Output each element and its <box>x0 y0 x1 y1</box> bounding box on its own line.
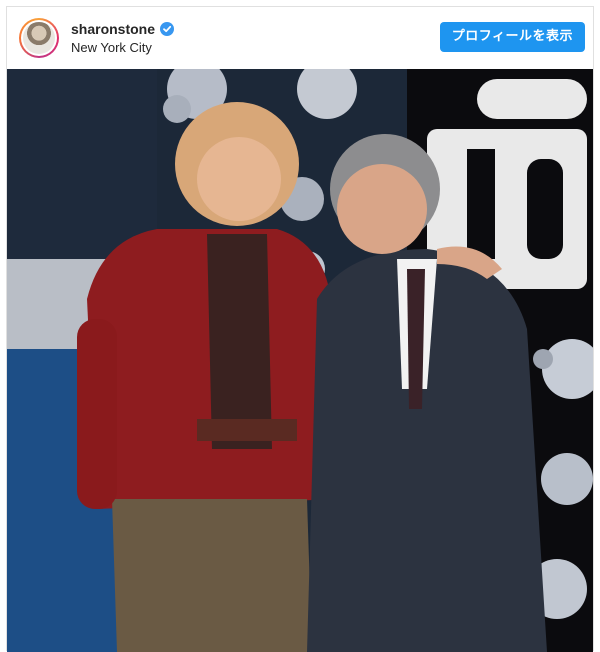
instagram-embed: sharonstone New York City プロフィールを表示 <box>6 6 594 652</box>
verified-badge-icon <box>160 22 175 36</box>
post-photo[interactable] <box>7 69 593 652</box>
view-profile-button[interactable]: プロフィールを表示 <box>439 22 585 52</box>
profile-avatar[interactable] <box>19 18 59 58</box>
username-row: sharonstone <box>71 21 175 37</box>
photo-illustration <box>7 69 593 652</box>
location-link[interactable]: New York City <box>71 40 152 55</box>
avatar-ring <box>21 20 57 56</box>
post-header: sharonstone New York City プロフィールを表示 <box>7 7 593 69</box>
username-link[interactable]: sharonstone <box>71 21 155 37</box>
avatar-image <box>23 22 55 54</box>
